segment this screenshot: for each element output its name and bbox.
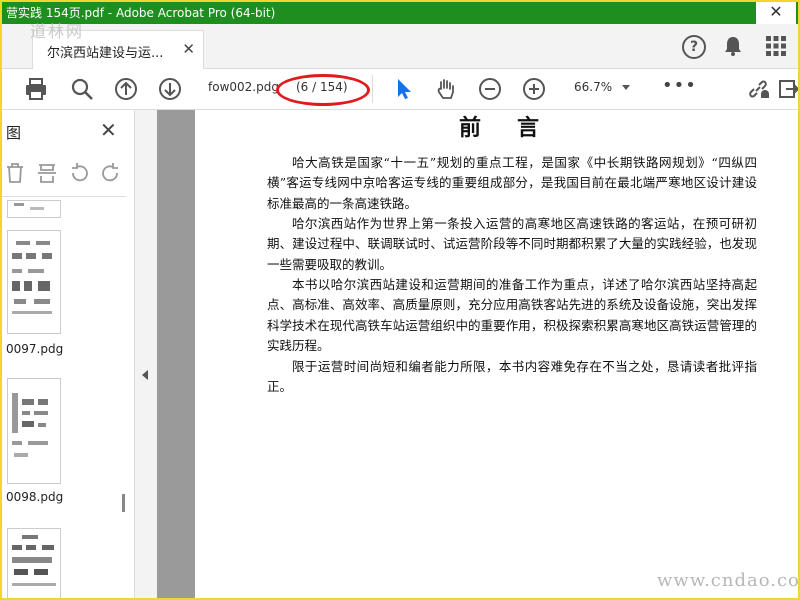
zoom-in-icon[interactable] (522, 77, 546, 101)
select-cursor-icon[interactable] (392, 77, 416, 101)
tab-bar: 尔滨西站建设与运... ✕ ? (2, 24, 798, 69)
zoom-out-icon[interactable] (478, 77, 502, 101)
thumbnail-label: 0097.pdg (6, 342, 64, 356)
help-icon[interactable]: ? (682, 35, 706, 59)
delete-page-icon[interactable] (4, 162, 26, 184)
panel-splitter[interactable] (135, 110, 157, 598)
toolbar-divider (372, 75, 373, 103)
thumbnail-image (12, 241, 52, 314)
highlight-oval (276, 74, 370, 106)
panel-scrollbar[interactable] (122, 494, 125, 512)
paragraph: 哈尔滨西站作为世界上第一条投入运营的高寒地区高速铁路的客运站，在预可研初期、建设… (267, 216, 757, 272)
document-canvas-margin (157, 110, 195, 598)
zoom-dropdown-icon[interactable] (622, 85, 630, 90)
zoom-level[interactable]: 66.7% (574, 80, 612, 94)
paragraph: 限于运营时间尚短和编者能力所限，本书内容难免存在不当之处，恳请读者批评指正。 (267, 359, 757, 395)
next-page-icon[interactable] (158, 77, 182, 101)
panel-divider (2, 196, 126, 197)
document-page: 前言 哈大高铁是国家“十一五”规划的重点工程，是国家《中长期铁路网规划》“四纵四… (195, 110, 798, 598)
bell-icon[interactable] (724, 36, 742, 56)
thumbnail-image (14, 203, 44, 210)
paragraph: 本书以哈尔滨西站建设和运营期间的准备工作为重点，详述了哈尔滨西站坚持高起点、高标… (267, 277, 757, 354)
page-thumbnail[interactable] (7, 230, 61, 334)
apps-grid-icon[interactable] (766, 36, 786, 56)
page-heading: 前言 (459, 115, 576, 141)
page-thumbnail[interactable] (7, 378, 61, 484)
thumbnail-label: 0098.pdg (6, 490, 64, 504)
watermark-top: 道林网 (30, 22, 85, 41)
link-share-icon[interactable] (746, 77, 770, 101)
thumbnail-image (12, 535, 56, 586)
rotate-right-icon[interactable] (100, 162, 122, 184)
tab-close-icon[interactable]: ✕ (182, 40, 195, 58)
print-icon[interactable] (24, 77, 48, 101)
panel-close-icon[interactable]: ✕ (100, 118, 117, 142)
title-bar: 营实践 154页.pdf - Adobe Acrobat Pro (64-bit… (2, 2, 798, 24)
more-tools-icon[interactable]: ••• (662, 75, 697, 96)
page-thumbnail[interactable] (7, 528, 61, 598)
document-tab-label: 尔滨西站建设与运... (47, 46, 164, 61)
page-thumbnail[interactable] (7, 200, 61, 218)
main-toolbar: fow002.pdg (6 / 154) 66.7% ••• (2, 69, 798, 110)
current-file-name: fow002.pdg (208, 80, 279, 94)
paragraph: 哈大高铁是国家“十一五”规划的重点工程，是国家《中长期铁路网规划》“四纵四横”客… (267, 155, 757, 211)
extract-page-icon[interactable] (36, 162, 58, 184)
watermark-bottom: www.cndao.com (657, 570, 800, 591)
panel-title: 图 (6, 124, 22, 142)
zoom-search-icon[interactable] (70, 77, 94, 101)
page-thumbnails-panel: 图 ✕ 0097.pdg 0098.pdg (2, 110, 135, 598)
thumbnail-image (12, 393, 48, 457)
previous-page-icon[interactable] (114, 77, 138, 101)
hand-tool-icon[interactable] (434, 77, 458, 101)
export-icon[interactable] (778, 77, 800, 101)
app-window: 营实践 154页.pdf - Adobe Acrobat Pro (64-bit… (0, 0, 800, 600)
rotate-left-icon[interactable] (68, 162, 90, 184)
window-close-button[interactable]: ✕ (756, 2, 796, 24)
collapse-panel-icon[interactable] (142, 370, 148, 380)
